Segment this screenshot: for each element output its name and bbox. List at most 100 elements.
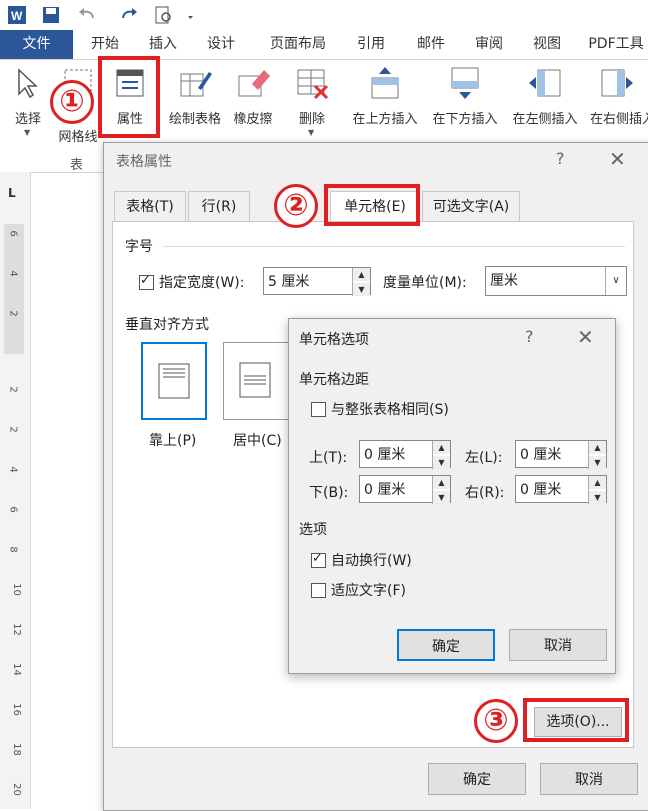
print-preview-icon[interactable] [152, 4, 174, 26]
spin-up-icon[interactable]: ▲ [589, 441, 606, 454]
help-button[interactable]: ? [525, 327, 534, 346]
ruler-number: 6 [7, 230, 19, 237]
dialog-title: 单元格选项 [299, 332, 369, 348]
insert-right-icon [600, 66, 634, 100]
insert-left-icon [528, 66, 562, 100]
wrap-text-checkbox[interactable] [311, 551, 326, 568]
delete-button[interactable]: 删除 ▼ [288, 60, 336, 137]
tab-row[interactable]: 行(R) [188, 191, 250, 222]
tab-design[interactable]: 设计 [196, 30, 246, 59]
ruler-number: 8 [7, 546, 19, 553]
tab-references[interactable]: 引用 [346, 30, 396, 59]
tab-home[interactable]: 开始 [80, 30, 130, 59]
right-margin-spinner[interactable]: ▲ ▼ [588, 476, 606, 504]
align-top-option[interactable] [141, 342, 207, 420]
spin-up-icon[interactable]: ▲ [433, 476, 450, 489]
tab-mailings[interactable]: 邮件 [406, 30, 456, 59]
highlight-cell-tab [324, 184, 420, 226]
tab-stop-selector[interactable]: L [8, 186, 16, 200]
right-margin-value: 0 厘米 [520, 482, 562, 498]
width-spinner[interactable]: ▲ ▼ [352, 268, 370, 296]
tab-file[interactable]: 文件 [0, 30, 73, 59]
margins-section-label: 单元格边距 [299, 372, 369, 388]
tab-view[interactable]: 视图 [522, 30, 572, 59]
valign-section-label: 垂直对齐方式 [125, 317, 209, 333]
size-section-label: 字号 [125, 239, 153, 255]
spin-down-icon[interactable]: ▼ [353, 283, 370, 296]
tab-alt-text[interactable]: 可选文字(A) [422, 191, 520, 222]
spin-down-icon[interactable]: ▼ [589, 491, 606, 504]
fit-text-label: 适应文字(F) [331, 583, 406, 599]
ruler-number: 14 [10, 663, 22, 676]
top-margin-label: 上(T): [309, 450, 348, 466]
fit-text-checkbox[interactable] [311, 583, 326, 598]
ok-button[interactable]: 确定 [428, 763, 526, 795]
width-value: 5 厘米 [268, 274, 310, 290]
ruler-number: 4 [7, 466, 19, 473]
spin-down-icon[interactable]: ▼ [589, 456, 606, 469]
left-margin-value: 0 厘米 [520, 447, 562, 463]
top-margin-spinner[interactable]: ▲ ▼ [432, 441, 450, 469]
specify-width-checkbox[interactable] [139, 273, 154, 290]
insert-below-button[interactable]: 在下方插入 [426, 60, 504, 136]
right-margin-input[interactable]: 0 厘米 ▲ ▼ [515, 475, 607, 504]
save-icon[interactable] [40, 4, 62, 26]
top-margin-value: 0 厘米 [364, 447, 406, 463]
redo-icon[interactable] [118, 4, 140, 26]
select-button[interactable]: 选择 ▼ [6, 60, 50, 137]
cancel-button[interactable]: 取消 [509, 629, 607, 661]
vertical-ruler: L 6 4 2 2 2 4 6 8 10 12 14 16 18 20 [0, 172, 31, 809]
marker-2: ② [274, 184, 318, 228]
left-margin-spinner[interactable]: ▲ ▼ [588, 441, 606, 469]
spin-down-icon[interactable]: ▼ [433, 491, 450, 504]
tab-pdf-tools[interactable]: PDF工具 [584, 30, 648, 59]
draw-table-icon [178, 66, 212, 100]
align-center-option[interactable] [223, 342, 289, 420]
bottom-margin-label: 下(B): [309, 485, 349, 501]
select-dropdown-icon: ▼ [24, 128, 31, 137]
same-as-table-label: 与整张表格相同(S) [331, 402, 449, 418]
spin-up-icon[interactable]: ▲ [433, 441, 450, 454]
insert-left-button[interactable]: 在左侧插入 [506, 60, 584, 136]
chevron-down-icon[interactable]: ∨ [605, 267, 626, 295]
help-button[interactable]: ? [556, 149, 565, 168]
divider [163, 246, 625, 247]
tab-table[interactable]: 表格(T) [114, 191, 186, 222]
close-button[interactable]: ✕ [577, 325, 594, 349]
draw-table-label: 绘制表格 [168, 112, 221, 127]
eraser-button[interactable]: 橡皮擦 [228, 60, 278, 136]
bottom-margin-value: 0 厘米 [364, 482, 406, 498]
same-as-table-checkbox[interactable] [311, 402, 326, 417]
measure-unit-select[interactable]: 厘米 ∨ [485, 266, 627, 296]
close-button[interactable]: ✕ [609, 147, 626, 171]
ruler-margin-top [4, 224, 24, 354]
gridlines-label: 网格线 [58, 130, 98, 145]
group-table-label: 表 [70, 158, 84, 173]
cursor-icon [11, 66, 45, 100]
insert-left-label: 在左侧插入 [512, 112, 578, 127]
insert-right-label: 在右侧插入 [590, 112, 648, 127]
tab-page-layout[interactable]: 页面布局 [258, 30, 338, 59]
ruler-number: 12 [10, 623, 22, 636]
insert-above-button[interactable]: 在上方插入 [346, 60, 424, 136]
bottom-margin-input[interactable]: 0 厘米 ▲ ▼ [359, 475, 451, 504]
undo-icon[interactable] [76, 4, 98, 26]
ruler-number: 6 [7, 506, 19, 513]
ruler-number: 4 [7, 270, 19, 277]
draw-table-button[interactable]: 绘制表格 [164, 60, 226, 136]
measure-unit-value: 厘米 [490, 273, 518, 289]
insert-right-button[interactable]: 在右侧插入 [586, 60, 648, 136]
bottom-margin-spinner[interactable]: ▲ ▼ [432, 476, 450, 504]
tab-review[interactable]: 审阅 [464, 30, 514, 59]
align-top-label: 靠上(P) [149, 433, 197, 449]
ok-button[interactable]: 确定 [397, 629, 495, 661]
cancel-button[interactable]: 取消 [540, 763, 638, 795]
spin-up-icon[interactable]: ▲ [589, 476, 606, 489]
spin-down-icon[interactable]: ▼ [433, 456, 450, 469]
width-input[interactable]: 5 厘米 ▲ ▼ [263, 267, 371, 296]
left-margin-input[interactable]: 0 厘米 ▲ ▼ [515, 440, 607, 469]
top-margin-input[interactable]: 0 厘米 ▲ ▼ [359, 440, 451, 469]
tab-insert[interactable]: 插入 [138, 30, 188, 59]
customize-qat-icon[interactable] [182, 4, 204, 26]
spin-up-icon[interactable]: ▲ [353, 268, 370, 281]
